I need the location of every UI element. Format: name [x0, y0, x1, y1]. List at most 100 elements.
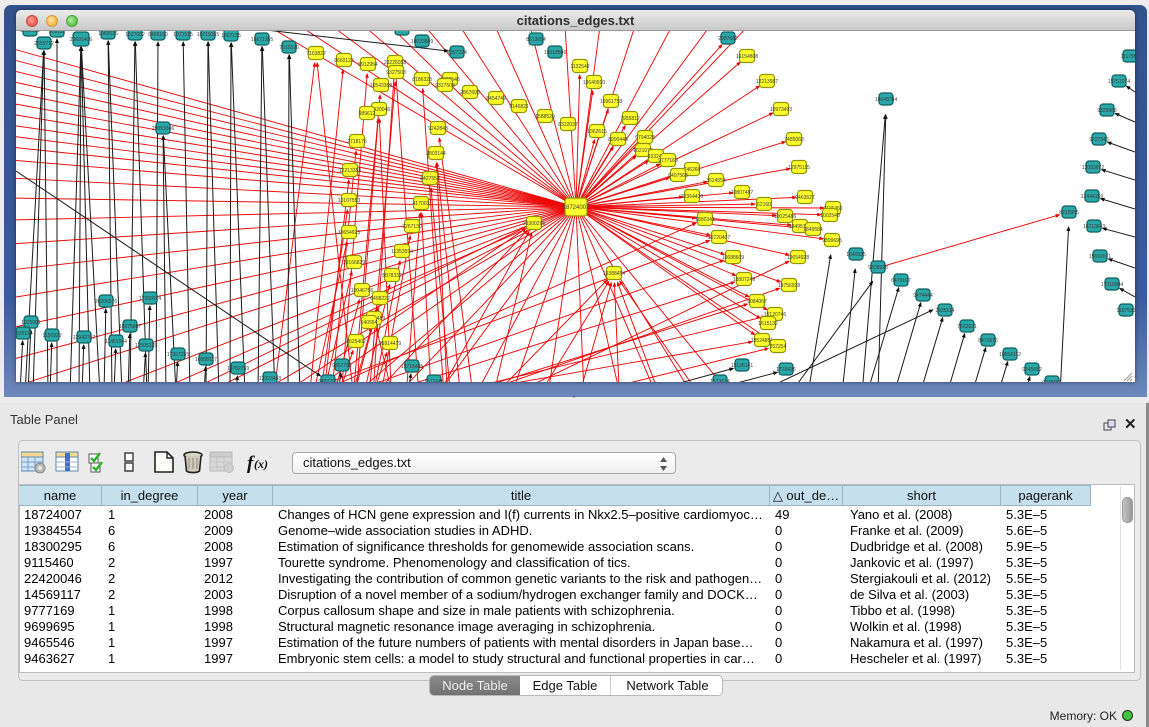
- svg-text:1880341: 1880341: [695, 217, 715, 223]
- svg-text:12213383: 12213383: [339, 168, 361, 174]
- svg-text:12923468: 12923468: [259, 376, 281, 382]
- svg-text:16543382: 16543382: [370, 83, 392, 89]
- svg-text:8232931: 8232931: [20, 31, 40, 34]
- svg-text:8990448: 8990448: [608, 137, 628, 143]
- svg-text:12975115: 12975115: [788, 165, 810, 171]
- svg-text:8471676: 8471676: [978, 338, 998, 344]
- svg-text:16154808: 16154808: [736, 54, 758, 60]
- svg-text:1571648: 1571648: [424, 379, 444, 382]
- svg-text:989131: 989131: [49, 31, 66, 35]
- svg-text:1527602: 1527602: [125, 32, 145, 38]
- svg-text:9245651: 9245651: [1042, 380, 1062, 382]
- svg-text:16210643: 16210643: [1083, 224, 1105, 230]
- svg-text:2867608: 2867608: [460, 90, 480, 96]
- svg-text:16033809: 16033809: [411, 39, 433, 45]
- svg-text:8454749: 8454749: [486, 96, 506, 102]
- svg-text:1849584: 1849584: [803, 227, 823, 233]
- svg-text:1615132: 1615132: [758, 321, 778, 327]
- svg-text:3624554: 3624554: [706, 178, 726, 184]
- svg-text:1733426: 1733426: [776, 367, 796, 373]
- svg-text:16961758: 16961758: [600, 99, 622, 105]
- svg-text:9245652: 9245652: [1022, 367, 1042, 373]
- svg-text:9327503: 9327503: [386, 70, 406, 76]
- svg-text:2803144: 2803144: [426, 151, 446, 157]
- svg-text:1925061: 1925061: [21, 320, 41, 326]
- svg-text:1156829: 1156829: [42, 333, 61, 339]
- svg-text:17359924: 17359924: [139, 296, 161, 302]
- svg-text:9777169: 9777169: [658, 158, 678, 164]
- svg-text:8186328: 8186328: [412, 77, 432, 83]
- svg-text:7632621: 7632621: [957, 324, 977, 330]
- svg-text:8878332: 8878332: [382, 273, 402, 279]
- svg-text:7357224: 7357224: [447, 50, 467, 56]
- svg-text:9899695: 9899695: [822, 238, 842, 244]
- svg-text:10107553: 10107553: [338, 198, 360, 204]
- svg-text:8912954: 8912954: [358, 62, 378, 68]
- svg-text:9457791: 9457791: [332, 363, 352, 369]
- svg-text:160338: 160338: [394, 31, 411, 33]
- svg-text:1588520: 1588520: [535, 114, 555, 120]
- svg-text:17016504: 17016504: [1101, 282, 1123, 288]
- svg-text:1362615: 1362615: [587, 129, 607, 135]
- svg-text:2718176: 2718176: [347, 139, 367, 145]
- svg-text:1002548: 1002548: [820, 213, 840, 219]
- svg-text:15751074: 15751074: [1108, 79, 1130, 85]
- svg-text:12942757: 12942757: [73, 335, 95, 341]
- svg-text:8322037: 8322037: [558, 122, 578, 128]
- svg-text:15716485: 15716485: [401, 364, 423, 370]
- svg-text:9338928: 9338928: [868, 265, 888, 271]
- svg-text:1513614: 1513614: [710, 379, 730, 382]
- svg-text:62160: 62160: [757, 202, 771, 208]
- svg-text:3267130: 3267130: [402, 224, 422, 230]
- svg-text:12505135: 12505135: [135, 343, 157, 349]
- svg-text:7955812: 7955812: [620, 116, 640, 122]
- svg-text:10958117: 10958117: [195, 357, 217, 363]
- svg-text:6498222: 6498222: [370, 296, 390, 302]
- svg-text:10688609: 10688609: [722, 255, 744, 261]
- svg-text:18640910: 18640910: [583, 80, 605, 86]
- svg-text:10975887: 10975887: [119, 324, 141, 330]
- svg-text:25300295: 25300295: [523, 221, 545, 227]
- svg-text:1667135: 1667135: [221, 33, 241, 39]
- svg-text:19166829: 19166829: [343, 260, 365, 266]
- svg-text:9474444: 9474444: [913, 293, 933, 299]
- svg-text:7625402: 7625402: [346, 339, 366, 345]
- svg-text:417003: 417003: [413, 201, 430, 207]
- svg-text:989612: 989612: [359, 111, 376, 117]
- svg-text:20364436: 20364436: [681, 194, 703, 200]
- svg-text:8660123: 8660123: [334, 58, 354, 64]
- svg-text:8427552: 8427552: [420, 176, 440, 182]
- svg-text:9327508: 9327508: [435, 83, 455, 89]
- svg-text:7939114: 7939114: [16, 331, 33, 337]
- svg-text:9227343: 9227343: [1089, 137, 1109, 143]
- svg-text:2087682: 2087682: [718, 36, 738, 42]
- svg-text:7515526: 7515526: [279, 45, 299, 51]
- svg-text:29053346: 29053346: [152, 126, 174, 132]
- svg-text:1071915: 1071915: [173, 32, 193, 38]
- svg-text:16671355: 16671355: [251, 37, 273, 43]
- svg-text:6479197: 6479197: [891, 278, 911, 284]
- svg-text:7163822: 7163822: [306, 51, 326, 57]
- svg-text:16648784: 16648784: [875, 97, 897, 103]
- svg-text:9084067: 9084067: [747, 299, 767, 305]
- svg-text:16782759: 16782759: [227, 366, 249, 372]
- svg-text:19756928: 19756928: [778, 283, 800, 289]
- svg-text:8813054: 8813054: [526, 37, 546, 43]
- svg-text:9242848: 9242848: [428, 126, 448, 132]
- svg-text:16914479: 16914479: [379, 341, 401, 347]
- svg-text:12093872: 12093872: [1082, 165, 1104, 171]
- svg-text:140994: 140994: [361, 320, 378, 326]
- svg-text:1117554: 1117554: [1121, 54, 1135, 60]
- svg-text:12213987: 12213987: [756, 79, 778, 85]
- svg-text:8215955: 8215955: [1059, 210, 1079, 216]
- svg-text:10807487: 10807487: [731, 190, 753, 196]
- svg-text:252254: 252254: [770, 344, 787, 350]
- svg-text:10719155: 10719155: [197, 32, 219, 38]
- svg-text:9463627: 9463627: [795, 195, 815, 201]
- svg-text:1167533: 1167533: [1116, 308, 1135, 314]
- svg-text:9146821: 9146821: [509, 104, 529, 110]
- svg-text:15720407: 15720407: [708, 235, 730, 241]
- svg-text:9329966: 9329966: [1097, 108, 1117, 114]
- svg-text:2935114: 2935114: [935, 308, 954, 314]
- svg-text:15692071: 15692071: [1089, 254, 1111, 260]
